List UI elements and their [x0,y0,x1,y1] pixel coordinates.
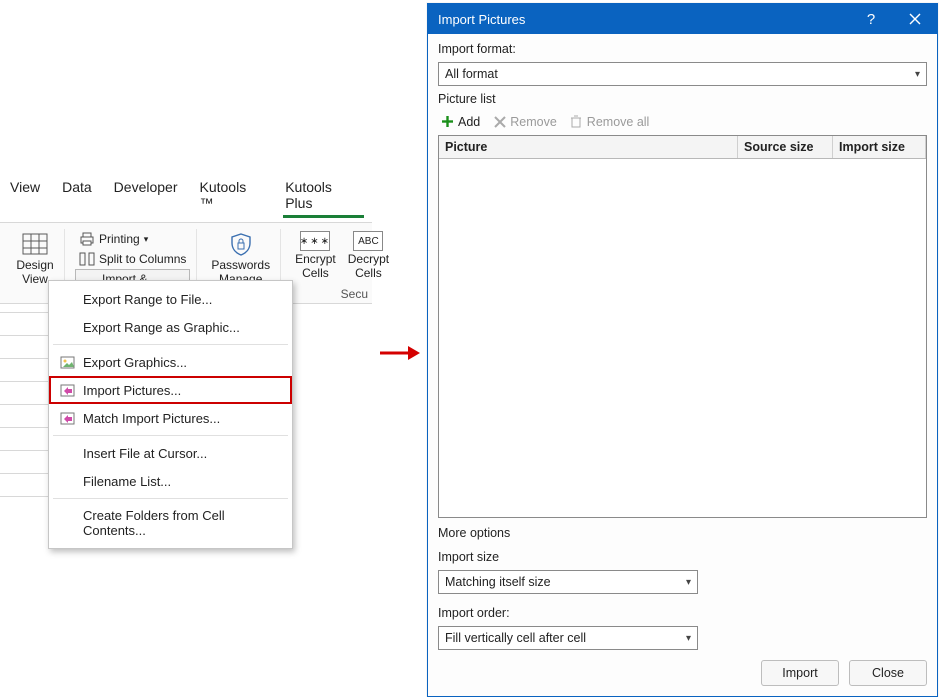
menu-label: Match Import Pictures... [83,411,220,426]
blank-icon [59,445,75,461]
spreadsheet-grid [0,289,48,514]
import-order-value: Fill vertically cell after cell [445,631,586,645]
import-pictures-dialog: Import Pictures ? Import format: All for… [427,3,938,697]
import-pictures-icon [59,382,75,398]
import-size-label: Import size [438,550,927,564]
import-export-menu: Export Range to File... Export Range as … [48,280,293,549]
menu-export-range-graphic[interactable]: Export Range as Graphic... [49,313,292,341]
printing-button[interactable]: Printing ▾ [75,229,152,249]
shield-icon [227,231,255,257]
split-columns-icon [79,251,95,267]
decrypt-label: Decrypt Cells [348,253,389,281]
more-options-label: More options [438,524,927,540]
group-encrypt: ∗∗∗ Encrypt Cells ABC Decrypt Cells [285,229,393,303]
close-icon [909,13,921,25]
menu-label: Export Range as Graphic... [83,320,240,335]
arrow-icon [380,343,420,363]
blank-icon [59,291,75,307]
chevron-down-icon: ▾ [915,69,920,80]
dialog-titlebar[interactable]: Import Pictures ? [428,4,937,34]
menu-separator [53,498,288,499]
menu-insert-file-cursor[interactable]: Insert File at Cursor... [49,439,292,467]
remove-button[interactable]: Remove [492,114,557,129]
import-size-value: Matching itself size [445,575,551,589]
grid-icon [21,231,49,257]
close-dialog-button[interactable]: Close [849,660,927,686]
import-format-combo[interactable]: All format ▾ [438,62,927,86]
import-button[interactable]: Import [761,660,839,686]
blank-icon [59,515,75,531]
blank-icon [59,473,75,489]
menu-label: Export Range to File... [83,292,212,307]
x-icon [492,114,507,129]
help-icon: ? [867,11,875,28]
encrypt-cells-button[interactable]: ∗∗∗ Encrypt Cells [291,229,340,283]
split-columns-button[interactable]: Split to Columns [75,249,190,269]
col-source-size[interactable]: Source size [738,136,833,158]
help-button[interactable]: ? [849,4,893,34]
picture-list-toolbar: Add Remove Remove all [438,112,927,129]
remove-all-button[interactable]: Remove all [569,114,650,129]
printer-icon [79,231,95,247]
remove-all-label: Remove all [587,115,650,129]
col-import-size[interactable]: Import size [833,136,926,158]
menu-filename-list[interactable]: Filename List... [49,467,292,495]
menu-label: Import Pictures... [83,383,181,398]
import-order-combo[interactable]: Fill vertically cell after cell ▾ [438,626,698,650]
grid-header: Picture Source size Import size [439,136,926,159]
printing-label: Printing [99,232,140,246]
menu-create-folders[interactable]: Create Folders from Cell Contents... [49,502,292,544]
tab-view[interactable]: View [8,175,42,218]
close-button[interactable] [893,4,937,34]
import-format-value: All format [445,67,498,81]
ribbon-tab-strip: View Data Developer Kutools ™ Kutools Pl… [0,175,372,222]
tab-developer[interactable]: Developer [112,175,180,218]
tab-data[interactable]: Data [60,175,94,218]
chevron-down-icon: ▾ [686,633,691,644]
trash-icon [569,114,584,129]
add-button[interactable]: Add [440,114,480,129]
add-label: Add [458,115,480,129]
split-columns-label: Split to Columns [99,252,186,266]
asterisk-icon: ∗∗∗ [300,231,330,251]
dialog-title: Import Pictures [438,12,525,27]
tab-kutools[interactable]: Kutools ™ [198,175,266,218]
import-order-label: Import order: [438,606,927,620]
picture-icon [59,354,75,370]
match-import-icon [59,410,75,426]
chevron-down-icon: ▾ [144,234,149,245]
blank-icon [59,319,75,335]
abc-icon: ABC [353,231,383,251]
plus-icon [440,114,455,129]
chevron-down-icon: ▾ [686,577,691,588]
decrypt-cells-button[interactable]: ABC Decrypt Cells [344,229,393,283]
encrypt-label: Encrypt Cells [295,253,336,281]
menu-separator [53,344,288,345]
menu-label: Insert File at Cursor... [83,446,207,461]
menu-separator [53,435,288,436]
picture-list-label: Picture list [438,92,927,106]
import-format-label: Import format: [438,42,927,56]
dialog-body: Import format: All format ▾ Picture list… [428,34,937,650]
menu-export-range-file[interactable]: Export Range to File... [49,285,292,313]
menu-label: Create Folders from Cell Contents... [83,508,280,538]
picture-grid: Picture Source size Import size [438,135,927,518]
col-picture[interactable]: Picture [439,136,738,158]
dialog-footer: Import Close [428,650,937,696]
group-label-security: Secu [341,287,368,301]
menu-label: Export Graphics... [83,355,187,370]
menu-export-graphics[interactable]: Export Graphics... [49,348,292,376]
menu-import-pictures[interactable]: Import Pictures... [49,376,292,404]
grid-body-empty [439,159,926,517]
remove-label: Remove [510,115,557,129]
menu-label: Filename List... [83,474,171,489]
import-size-combo[interactable]: Matching itself size ▾ [438,570,698,594]
menu-match-import-pictures[interactable]: Match Import Pictures... [49,404,292,432]
tab-kutools-plus[interactable]: Kutools Plus [283,175,364,218]
